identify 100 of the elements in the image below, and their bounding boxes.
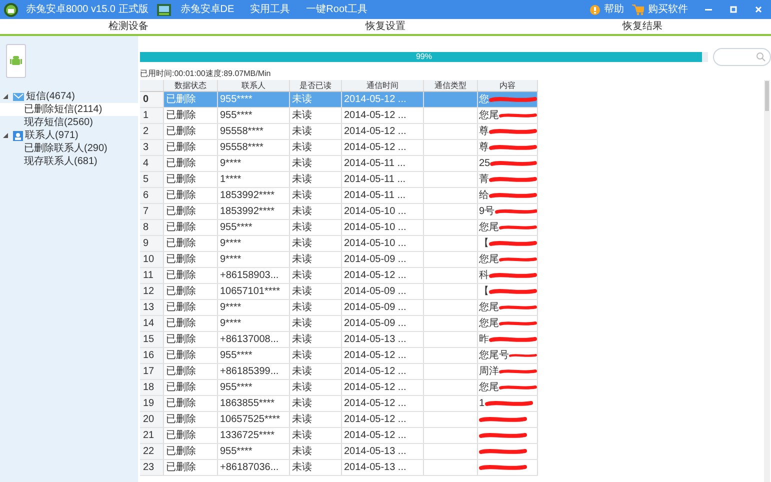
- table-cell: 已删除: [164, 204, 218, 219]
- redaction-scribble: [499, 112, 537, 119]
- column-header[interactable]: 通信时间: [342, 80, 424, 91]
- status-text: 已用时间:00:01:00速度:89.07MB/Min: [140, 69, 272, 79]
- table-cell: 已删除: [164, 428, 218, 443]
- row-number: 2: [140, 124, 164, 139]
- table-cell: 已删除: [164, 220, 218, 235]
- table-cell: 9****: [218, 236, 290, 251]
- table-cell: 未读: [290, 396, 342, 411]
- tree-item[interactable]: 现存联系人(681): [0, 155, 138, 168]
- table-cell: 955****: [218, 444, 290, 459]
- table-cell: 已删除: [164, 460, 218, 475]
- table-cell: 未读: [290, 444, 342, 459]
- table-cell: 2014-05-12 ...: [342, 428, 424, 443]
- redaction-scribble: [489, 336, 537, 343]
- table-cell: 1336725****: [218, 428, 290, 443]
- redaction-scribble: [479, 464, 527, 471]
- monitor-icon: [156, 2, 172, 16]
- table-cell: 2014-05-12 ...: [342, 268, 424, 283]
- column-header[interactable]: 通信类型: [424, 80, 478, 91]
- tree-item[interactable]: 现存短信(2560): [0, 116, 138, 129]
- table-cell: +86187036...: [218, 460, 290, 475]
- redaction-scribble: [489, 176, 537, 183]
- table-cell: 2014-05-12 ...: [342, 396, 424, 411]
- cart-icon: [632, 4, 644, 16]
- table-cell: 2014-05-12 ...: [342, 92, 424, 107]
- table-cell-text: 周洋: [479, 365, 499, 379]
- table-cell: 2014-05-09 ...: [342, 316, 424, 331]
- table-cell: 已删除: [164, 364, 218, 379]
- redaction-scribble: [479, 416, 527, 423]
- row-number: 9: [140, 236, 164, 251]
- table-cell: 95558****: [218, 140, 290, 155]
- table-cell: 10657525****: [218, 412, 290, 427]
- table-cell-text: 【: [479, 284, 489, 299]
- maximize-icon[interactable]: [729, 5, 738, 14]
- row-number: 6: [140, 188, 164, 203]
- table-cell: 未读: [290, 300, 342, 315]
- tree-item[interactable]: 已删除短信(2114): [0, 103, 138, 116]
- table-cell: +86137008...: [218, 332, 290, 347]
- row-number: 10: [140, 252, 164, 267]
- table-cell: 已删除: [164, 268, 218, 283]
- table-cell-text: 您尾: [479, 301, 499, 315]
- row-number: 1: [140, 108, 164, 123]
- table-cell: 955****: [218, 220, 290, 235]
- table-cell: 未读: [290, 172, 342, 187]
- close-icon[interactable]: [754, 5, 763, 14]
- table-cell: 未读: [290, 92, 342, 107]
- table-cell: 已删除: [164, 156, 218, 171]
- table-cell: 2014-05-13 ...: [342, 444, 424, 459]
- table-cell: 1853992****: [218, 204, 290, 219]
- redaction-scribble: [509, 352, 537, 359]
- expanded-caret-icon[interactable]: [3, 94, 9, 100]
- help-icon: [590, 4, 600, 14]
- table-cell: 已删除: [164, 236, 218, 251]
- table-cell: 2014-05-12 ...: [342, 348, 424, 363]
- search-field[interactable]: [713, 48, 771, 66]
- table-cell: 未读: [290, 428, 342, 443]
- redaction-scribble: [499, 224, 537, 231]
- table-cell: 2014-05-12 ...: [342, 140, 424, 155]
- tree-item[interactable]: 已删除联系人(290): [0, 142, 138, 155]
- tree-item[interactable]: 短信(4674): [26, 89, 75, 104]
- table-cell: 已删除: [164, 188, 218, 203]
- table-cell: 2014-05-12 ...: [342, 108, 424, 123]
- table-cell: 未读: [290, 124, 342, 139]
- table-cell: 2014-05-11 ...: [342, 172, 424, 187]
- table-cell: 2014-05-09 ...: [342, 284, 424, 299]
- scrollbar[interactable]: [764, 80, 770, 482]
- table-cell: 2014-05-13 ...: [342, 332, 424, 347]
- table-cell-text: 您尾: [479, 317, 499, 331]
- table-cell: 已删除: [164, 348, 218, 363]
- column-header[interactable]: 内容: [478, 80, 538, 91]
- redaction-scribble: [489, 192, 537, 199]
- table-cell: 未读: [290, 412, 342, 427]
- table-cell: 2014-05-12 ...: [342, 380, 424, 395]
- tree-item[interactable]: 联系人(971): [25, 128, 78, 143]
- table-cell: 未读: [290, 156, 342, 171]
- table-cell: 已删除: [164, 396, 218, 411]
- redaction-scribble: [484, 400, 533, 407]
- table-cell: 未读: [290, 316, 342, 331]
- table-cell: 已删除: [164, 300, 218, 315]
- row-number: 15: [140, 332, 164, 347]
- column-header[interactable]: 是否已读: [290, 80, 342, 91]
- table-cell: 已删除: [164, 284, 218, 299]
- table-cell-text: 您: [479, 93, 489, 107]
- redaction-scribble: [489, 240, 537, 247]
- expanded-caret-icon[interactable]: [3, 132, 9, 138]
- column-header[interactable]: 数据状态: [164, 80, 218, 91]
- table-cell: 未读: [290, 284, 342, 299]
- table-cell: 95558****: [218, 124, 290, 139]
- table-cell: 10657101****: [218, 284, 290, 299]
- app-logo-icon: [4, 2, 18, 16]
- table-cell: 未读: [290, 236, 342, 251]
- table-cell: 未读: [290, 268, 342, 283]
- table-cell: 2014-05-12 ...: [342, 124, 424, 139]
- table-cell-text: 菁: [479, 172, 489, 187]
- table-cell-text: 昨: [479, 333, 489, 347]
- redaction-scribble: [479, 432, 527, 439]
- row-number: 20: [140, 412, 164, 427]
- column-header[interactable]: 联系人: [218, 80, 290, 91]
- table-cell: 2014-05-10 ...: [342, 236, 424, 251]
